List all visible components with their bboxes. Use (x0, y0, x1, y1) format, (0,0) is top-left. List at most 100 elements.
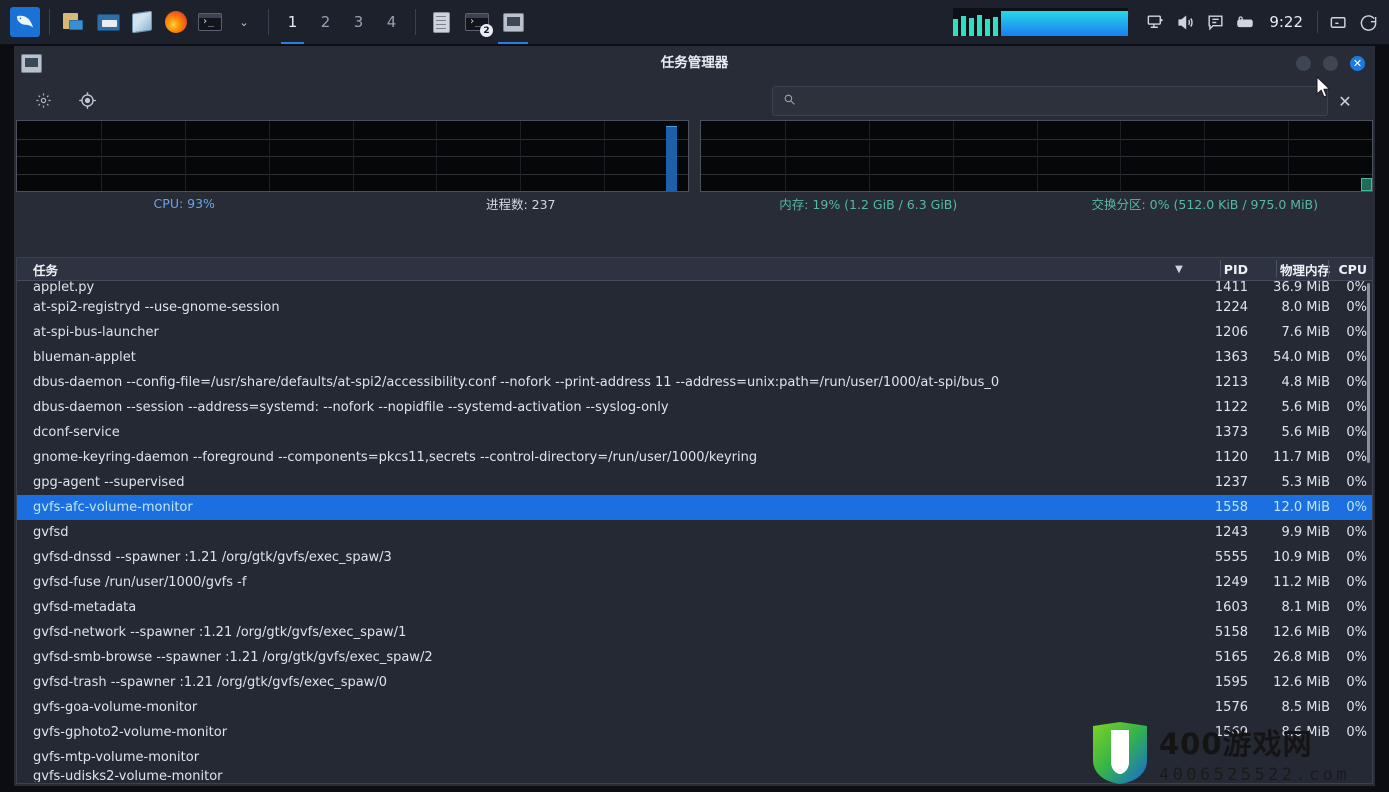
table-row[interactable]: gnome-keyring-daemon --foreground --comp… (17, 445, 1372, 470)
cell-task: dbus-daemon --session --address=systemd:… (33, 400, 669, 415)
resource-graphs: CPU: 93% 进程数: 237 内存: 19% (1.2 GiB / 6.3… (14, 120, 1375, 214)
chevron-down-icon: ⌄ (239, 15, 249, 29)
memory-stat-label: 内存: 19% (1.2 GiB / 6.3 GiB) (779, 196, 958, 212)
table-row[interactable]: gvfsd 1243 9.9 MiB 0% (17, 520, 1372, 545)
cell-cpu: 0% (1346, 300, 1367, 315)
cpu-graph-column: CPU: 93% 进程数: 237 (16, 120, 689, 214)
folder-icon[interactable] (93, 5, 123, 39)
cell-pid: 1122 (1214, 400, 1248, 415)
kali-menu-button[interactable] (10, 5, 40, 39)
vertical-scrollbar[interactable] (1367, 283, 1370, 463)
graph-bar (1361, 177, 1372, 191)
cpu-widget-bar (985, 19, 991, 36)
firefox-icon[interactable] (161, 5, 191, 39)
cpu-monitor-widget[interactable] (953, 8, 1129, 36)
volume-icon[interactable] (1170, 6, 1200, 38)
table-row[interactable]: gvfsd-fuse /run/user/1000/gvfs -f 1249 11.… (17, 570, 1372, 595)
task-terminal-window-icon[interactable]: 2 (460, 5, 494, 39)
kali-dragon-icon (10, 7, 40, 37)
table-row[interactable]: gvfsd-network --spawner :1.21 /org/gtk/g… (17, 620, 1372, 645)
cell-memory: 8.1 MiB (1281, 600, 1330, 615)
display-icon[interactable] (1140, 6, 1170, 38)
table-body[interactable]: applet.py 1411 36.9 MiB 0% at-spi2-registryd… (17, 281, 1372, 783)
window-toolbar: ✕ (14, 80, 1375, 120)
cell-memory: 36.9 MiB (1273, 281, 1330, 295)
notes-app-icon[interactable] (127, 5, 157, 39)
table-row[interactable]: applet.py 1411 36.9 MiB 0% (17, 281, 1372, 295)
clock[interactable]: 9:22 (1260, 13, 1312, 31)
grid-line-vertical (952, 121, 954, 191)
table-row[interactable]: dconf-service 1373 5.6 MiB 0% (17, 420, 1372, 445)
task-task-manager-icon[interactable] (496, 5, 530, 44)
keyboard-icon[interactable] (1230, 6, 1260, 38)
cell-pid: 1576 (1214, 700, 1248, 715)
grid-line-vertical (1036, 121, 1038, 191)
desktop-switch-4[interactable]: 4 (376, 5, 407, 39)
task-manager-icon (21, 53, 42, 73)
files-split-icon[interactable] (59, 5, 89, 39)
crosshair-icon[interactable] (72, 86, 102, 114)
column-header-cpu[interactable]: CPU (1330, 262, 1372, 277)
grid-line-vertical (1204, 121, 1206, 191)
table-row[interactable]: gpg-agent --supervised 1237 5.3 MiB 0% (17, 470, 1372, 495)
maximize-button[interactable] (1323, 55, 1338, 71)
minimize-button[interactable] (1296, 55, 1311, 71)
close-button[interactable]: ✕ (1350, 55, 1365, 71)
table-row[interactable]: dbus-daemon --config-file=/usr/share/def… (17, 370, 1372, 395)
process-table: 任务 ▼ PID 物理内存 CPU applet.py 1411 36.9 MiB 0… (16, 257, 1373, 784)
cell-pid: 1249 (1214, 575, 1248, 590)
cell-task: dconf-service (33, 425, 120, 440)
taskbar-left: ⌄ 1 2 3 4 2 (0, 0, 531, 44)
table-row[interactable]: gvfs-afc-volume-monitor 1558 12.0 MiB 0% (17, 495, 1372, 520)
power-icon[interactable] (1353, 6, 1383, 38)
table-row[interactable]: at-spi-bus-launcher 1206 7.6 MiB 0% (17, 320, 1372, 345)
grid-line-vertical (268, 121, 270, 191)
memory-graph-column: 内存: 19% (1.2 GiB / 6.3 GiB) 交换分区: 0% (51… (700, 120, 1373, 214)
desktop-switch-2[interactable]: 2 (310, 5, 341, 39)
table-row[interactable]: gvfsd-dnssd --spawner :1.21 /org/gtk/gvf… (17, 545, 1372, 570)
cell-task: gvfsd-fuse /run/user/1000/gvfs -f (33, 575, 247, 590)
screen-lock-icon[interactable] (1323, 6, 1353, 38)
firefox-glyph (165, 11, 187, 33)
gear-icon[interactable] (28, 86, 58, 114)
table-row[interactable]: gvfsd-trash --spawner :1.21 /org/gtk/gvf… (17, 670, 1372, 695)
desktop-switch-3[interactable]: 3 (343, 5, 374, 39)
window-titlebar[interactable]: 任务管理器 ✕ (14, 46, 1375, 80)
cell-pid: 5158 (1214, 625, 1248, 640)
table-row[interactable]: dbus-daemon --session --address=systemd:… (17, 395, 1372, 420)
cell-memory: 7.6 MiB (1281, 325, 1330, 340)
column-header-task[interactable]: 任务 (17, 260, 1166, 279)
terminal-icon[interactable] (195, 5, 225, 39)
task-text-editor-icon[interactable] (424, 5, 458, 39)
table-row[interactable]: blueman-applet 1363 54.0 MiB 0% (17, 345, 1372, 370)
search-icon (783, 93, 796, 110)
cell-task: gpg-agent --supervised (33, 475, 185, 490)
cell-task: gvfsd (33, 525, 69, 540)
cell-pid: 1373 (1214, 425, 1248, 440)
cpu-stat-label: CPU: 93% (153, 195, 215, 211)
cell-pid: 5165 (1214, 650, 1248, 665)
search-input[interactable] (802, 93, 1327, 109)
sort-descending-icon[interactable]: ▼ (1166, 264, 1192, 275)
table-row[interactable]: gvfsd-smb-browse --spawner :1.21 /org/gt… (17, 645, 1372, 670)
table-row[interactable]: at-spi2-registryd --use-gnome-session 122… (17, 295, 1372, 320)
column-header-memory[interactable]: 物理内存 (1248, 260, 1330, 279)
chat-icon[interactable] (1200, 6, 1230, 38)
grid-line-vertical (604, 121, 606, 191)
search-box[interactable] (772, 86, 1328, 116)
cell-task: gvfsd-network --spawner :1.21 /org/gtk/g… (33, 625, 407, 640)
desktop-switch-1[interactable]: 1 (277, 5, 308, 44)
cell-task: gnome-keyring-daemon --foreground --comp… (33, 450, 758, 465)
grid-line-vertical (784, 121, 786, 191)
cpu-widget-bar (977, 15, 983, 36)
grid-line-vertical (1120, 121, 1122, 191)
table-row[interactable]: gvfsd-metadata 1603 8.1 MiB 0% (17, 595, 1372, 620)
cell-memory: 11.7 MiB (1273, 450, 1330, 465)
cell-pid: 1595 (1214, 675, 1248, 690)
cell-pid: 1363 (1214, 350, 1248, 365)
terminal-dropdown-button[interactable]: ⌄ (229, 5, 259, 39)
cell-task: gvfsd-trash --spawner :1.21 /org/gtk/gvf… (33, 675, 387, 690)
watermark-domain: 4006525522.com (1159, 765, 1350, 785)
close-icon[interactable]: ✕ (1328, 92, 1362, 111)
watermark-logo-icon (1089, 720, 1151, 786)
